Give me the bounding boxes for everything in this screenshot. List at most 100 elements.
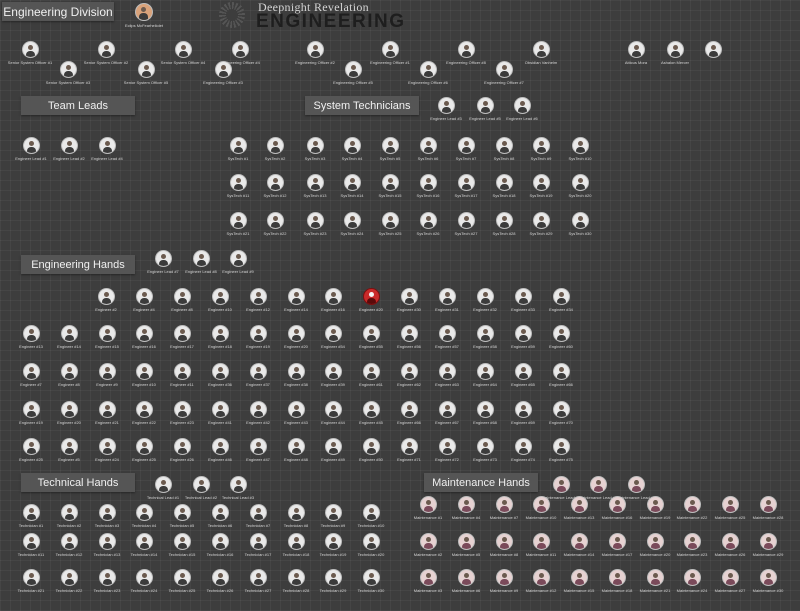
person-node[interactable]: Engineering Officer #3 bbox=[198, 61, 248, 85]
person-avatar-icon bbox=[552, 438, 570, 455]
person-node[interactable]: Engineering Officer #5 bbox=[328, 61, 378, 85]
person-avatar-icon bbox=[495, 496, 513, 513]
person-avatar-icon bbox=[457, 137, 475, 154]
person-avatar-icon bbox=[532, 533, 550, 550]
person-avatar-icon bbox=[173, 363, 191, 380]
person-node[interactable]: Maintenance #30 bbox=[743, 569, 793, 593]
person-node[interactable] bbox=[688, 41, 738, 60]
person-avatar-icon bbox=[552, 288, 570, 305]
person-avatar-icon bbox=[324, 504, 342, 521]
person-node[interactable]: SysTech #20 bbox=[555, 174, 605, 198]
person-avatar-icon bbox=[381, 137, 399, 154]
person-label: Technical Lead #3 bbox=[221, 495, 255, 500]
person-avatar-icon bbox=[759, 496, 777, 513]
section-team-leads: Team Leads bbox=[21, 96, 135, 115]
person-avatar-icon bbox=[419, 212, 437, 229]
person-avatar-icon bbox=[266, 137, 284, 154]
person-avatar-icon bbox=[400, 325, 418, 342]
person-node[interactable]: Engineer #70 bbox=[536, 401, 586, 425]
person-avatar-icon bbox=[22, 533, 40, 550]
person-avatar-icon bbox=[362, 504, 380, 521]
person-avatar-icon bbox=[135, 569, 153, 586]
section-maintenance-hands: Maintenance Hands bbox=[424, 473, 538, 492]
person-avatar-icon bbox=[287, 504, 305, 521]
person-avatar-icon bbox=[646, 496, 664, 513]
person-avatar-icon bbox=[231, 41, 249, 58]
person-node[interactable]: Senior System Officer #5 bbox=[121, 61, 171, 85]
person-node[interactable]: Engineer #34 bbox=[536, 288, 586, 312]
person-avatar-icon bbox=[683, 496, 701, 513]
person-label: SysTech #20 bbox=[568, 193, 592, 198]
person-avatar-icon bbox=[97, 41, 115, 58]
person-avatar-icon bbox=[98, 325, 116, 342]
person-avatar-icon bbox=[211, 325, 229, 342]
person-avatar-icon bbox=[362, 401, 380, 418]
person-avatar-icon bbox=[627, 41, 645, 58]
person-avatar-icon bbox=[721, 496, 739, 513]
person-avatar-icon bbox=[344, 61, 362, 78]
person-avatar-icon bbox=[22, 325, 40, 342]
person-avatar-icon bbox=[495, 569, 513, 586]
person-avatar-icon bbox=[704, 41, 722, 58]
person-avatar-icon bbox=[174, 41, 192, 58]
person-node[interactable]: Technician #30 bbox=[346, 569, 396, 593]
person-avatar-icon bbox=[98, 401, 116, 418]
person-node[interactable]: Engineer #75 bbox=[536, 438, 586, 462]
person-label: Engineer Lead #9 bbox=[222, 269, 254, 274]
person-avatar-icon bbox=[437, 97, 455, 114]
person-avatar-icon bbox=[173, 533, 191, 550]
person-avatar-icon bbox=[22, 363, 40, 380]
person-node[interactable]: Engineer Lead #6 bbox=[497, 97, 547, 121]
person-avatar-icon bbox=[98, 363, 116, 380]
person-avatar-icon bbox=[229, 212, 247, 229]
person-avatar-icon bbox=[646, 533, 664, 550]
person-avatar-icon bbox=[608, 569, 626, 586]
person-avatar-icon bbox=[306, 174, 324, 191]
person-label: Maintenance #30 bbox=[752, 588, 784, 593]
person-avatar-icon bbox=[211, 401, 229, 418]
person-avatar-icon bbox=[229, 476, 247, 493]
person-node[interactable]: Senior System Officer #3 bbox=[43, 61, 93, 85]
person-avatar-icon bbox=[438, 438, 456, 455]
person-node[interactable]: Engineering Officer #6 bbox=[403, 61, 453, 85]
person-label: Engineer Lead #6 bbox=[506, 116, 538, 121]
division-leader[interactable]: Eclips McFearheliolet bbox=[119, 3, 169, 28]
division-title: Engineering Division bbox=[2, 2, 114, 21]
person-avatar-icon bbox=[249, 438, 267, 455]
person-avatar-icon bbox=[476, 363, 494, 380]
person-avatar-icon bbox=[60, 325, 78, 342]
person-avatar-icon bbox=[438, 325, 456, 342]
person-avatar-icon bbox=[646, 569, 664, 586]
person-node[interactable]: SysTech #10 bbox=[555, 137, 605, 161]
person-avatar-icon bbox=[514, 288, 532, 305]
person-node[interactable]: Engineering Officer #7 bbox=[479, 61, 529, 85]
person-avatar-icon bbox=[22, 438, 40, 455]
person-node[interactable]: Engineer Lead #9 bbox=[213, 250, 263, 274]
person-node[interactable]: SysTech #30 bbox=[555, 212, 605, 236]
person-avatar-icon bbox=[438, 288, 456, 305]
person-avatar-icon bbox=[570, 496, 588, 513]
person-avatar-icon bbox=[229, 137, 247, 154]
person-label: Engineer #34 bbox=[549, 307, 573, 312]
person-node[interactable]: Maintenance #29 bbox=[743, 533, 793, 557]
person-avatar-icon bbox=[514, 438, 532, 455]
gear-logo-icon bbox=[219, 2, 245, 28]
person-node[interactable]: Engineer #60 bbox=[536, 325, 586, 349]
person-label: Technician #30 bbox=[357, 588, 385, 593]
person-node[interactable]: Engineer Lead #4 bbox=[82, 137, 132, 161]
person-avatar-icon bbox=[570, 533, 588, 550]
person-avatar-icon bbox=[400, 363, 418, 380]
person-avatar-icon bbox=[608, 496, 626, 513]
person-avatar-icon bbox=[570, 569, 588, 586]
person-avatar-icon bbox=[381, 212, 399, 229]
person-node[interactable]: Technical Lead #3 bbox=[213, 476, 263, 500]
person-node[interactable]: Engineer #66 bbox=[536, 363, 586, 387]
person-avatar-icon bbox=[721, 533, 739, 550]
person-avatar-icon bbox=[343, 212, 361, 229]
person-avatar-icon bbox=[173, 438, 191, 455]
person-avatar-icon bbox=[400, 401, 418, 418]
person-node[interactable]: Maintenance #28 bbox=[743, 496, 793, 520]
person-node[interactable]: Technician #20 bbox=[346, 533, 396, 557]
person-avatar-icon bbox=[98, 569, 116, 586]
person-node[interactable]: Technician #10 bbox=[346, 504, 396, 528]
